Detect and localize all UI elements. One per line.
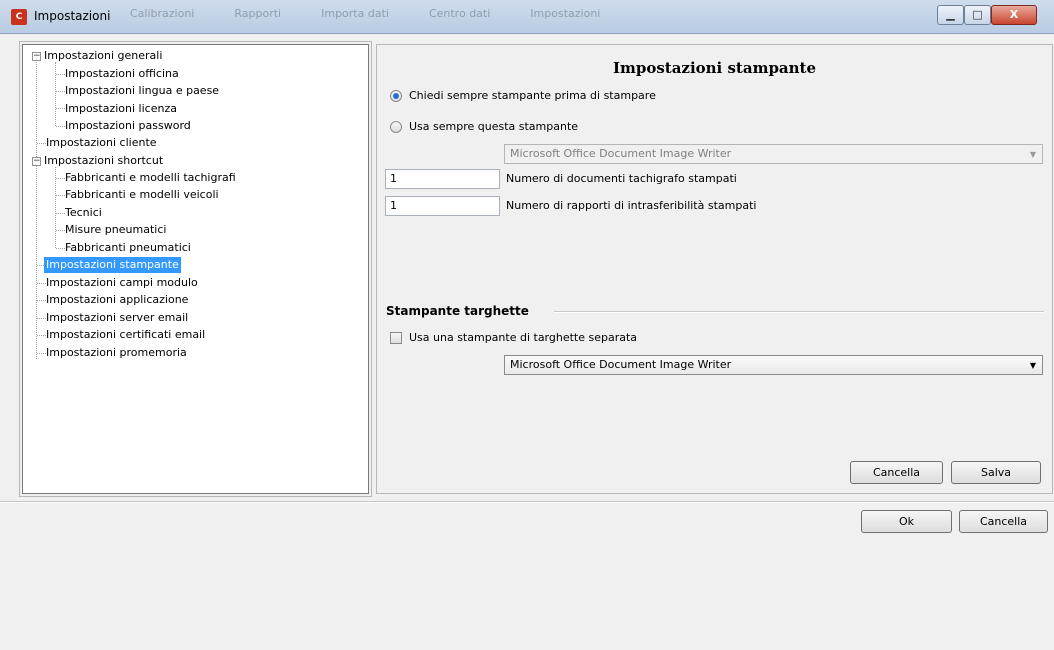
minimize-button[interactable]: ▁ bbox=[937, 5, 964, 25]
chevron-down-icon: ▼ bbox=[1029, 361, 1036, 370]
background-tab: Importa dati bbox=[321, 7, 389, 20]
tree-item-misure-pneumatici[interactable]: Misure pneumatici bbox=[65, 222, 166, 238]
tree-connector bbox=[56, 74, 65, 75]
tree-item-impostazioni-shortcut[interactable]: Impostazioni shortcut bbox=[44, 153, 163, 169]
app-logo-icon: C bbox=[11, 9, 27, 25]
tachograph-copies-label: Numero di documenti tachigrafo stampati bbox=[506, 172, 737, 185]
tree-connector bbox=[37, 143, 46, 144]
tree-connector bbox=[56, 126, 65, 127]
label-printer-select-value: Microsoft Office Document Image Writer bbox=[510, 358, 732, 371]
background-tab: Rapporti bbox=[234, 7, 282, 20]
chevron-down-icon: ▼ bbox=[1029, 150, 1036, 159]
separate-label-printer-checkbox[interactable] bbox=[390, 332, 402, 344]
window-title: Impostazioni bbox=[34, 9, 111, 23]
radio-ask-printer[interactable] bbox=[390, 90, 402, 102]
radio-always-printer[interactable] bbox=[390, 121, 402, 133]
tree-connector bbox=[56, 248, 65, 249]
close-icon: X bbox=[1009, 8, 1019, 21]
close-button[interactable]: X bbox=[991, 5, 1037, 25]
tree-connector bbox=[36, 62, 37, 359]
tree-item-impostazioni-promemoria[interactable]: Impostazioni promemoria bbox=[46, 345, 187, 361]
dialog-cancel-button[interactable]: Cancella bbox=[959, 510, 1048, 533]
tree-connector bbox=[37, 353, 46, 354]
printer-select-value: Microsoft Office Document Image Writer bbox=[510, 147, 732, 160]
tree-connector bbox=[56, 108, 65, 109]
tree-item-impostazioni-licenza[interactable]: Impostazioni licenza bbox=[65, 101, 177, 117]
tree-item-impostazioni-lingua-paese[interactable]: Impostazioni lingua e paese bbox=[65, 83, 219, 99]
section-divider bbox=[554, 311, 1044, 313]
separate-label-printer-label[interactable]: Usa una stampante di targhette separata bbox=[409, 331, 637, 344]
radio-ask-printer-label[interactable]: Chiedi sempre stampante prima di stampar… bbox=[409, 89, 656, 102]
tree-connector bbox=[56, 213, 65, 214]
maximize-button[interactable]: □ bbox=[964, 5, 991, 25]
tachograph-copies-input[interactable]: 1 bbox=[385, 169, 500, 189]
label-printer-section-title: Stampante targhette bbox=[386, 304, 529, 318]
tree-item-impostazioni-applicazione[interactable]: Impostazioni applicazione bbox=[46, 292, 188, 308]
tree-connector bbox=[37, 300, 46, 301]
tree-item-fabbricanti-pneumatici[interactable]: Fabbricanti pneumatici bbox=[65, 240, 191, 256]
nontransferability-copies-input[interactable]: 1 bbox=[385, 196, 500, 216]
tree-item-impostazioni-campi-modulo[interactable]: Impostazioni campi modulo bbox=[46, 275, 198, 291]
tree-connector bbox=[37, 318, 46, 319]
collapse-toggle-icon[interactable]: − bbox=[32, 157, 41, 166]
background-tabs: Calibrazioni Rapporti Importa dati Centr… bbox=[130, 7, 910, 25]
tree-connector bbox=[55, 167, 56, 248]
collapse-toggle-icon[interactable]: − bbox=[32, 52, 41, 61]
tree-connector bbox=[56, 230, 65, 231]
tree-item-tecnici[interactable]: Tecnici bbox=[65, 205, 102, 221]
page-title: Impostazioni stampante bbox=[612, 59, 817, 77]
settings-tree[interactable]: − Impostazioni generali Impostazioni off… bbox=[22, 44, 369, 494]
printer-settings-panel: Impostazioni stampante Chiedi sempre sta… bbox=[376, 44, 1053, 494]
tree-item-impostazioni-certificati-email[interactable]: Impostazioni certificati email bbox=[46, 327, 205, 343]
tree-item-impostazioni-server-email[interactable]: Impostazioni server email bbox=[46, 310, 188, 326]
tree-connector bbox=[37, 283, 46, 284]
maximize-icon: □ bbox=[972, 8, 983, 21]
panel-save-button[interactable]: Salva bbox=[951, 461, 1041, 484]
dialog-divider bbox=[0, 501, 1054, 503]
tree-connector bbox=[56, 195, 65, 196]
radio-always-printer-label[interactable]: Usa sempre questa stampante bbox=[409, 120, 578, 133]
tree-connector bbox=[37, 335, 46, 336]
background-tab: Calibrazioni bbox=[130, 7, 195, 20]
tree-connector bbox=[55, 62, 56, 126]
tree-connector bbox=[56, 178, 65, 179]
label-printer-select[interactable]: Microsoft Office Document Image Writer ▼ bbox=[504, 355, 1043, 375]
background-tab: Centro dati bbox=[428, 7, 491, 20]
tree-item-fabbricanti-tachigrafi[interactable]: Fabbricanti e modelli tachigrafi bbox=[65, 170, 236, 186]
tree-item-impostazioni-officina[interactable]: Impostazioni officina bbox=[65, 66, 179, 82]
panel-cancel-button[interactable]: Cancella bbox=[850, 461, 943, 484]
minimize-icon: ▁ bbox=[946, 8, 955, 21]
background-tab: Impostazioni bbox=[530, 7, 601, 20]
tree-item-impostazioni-password[interactable]: Impostazioni password bbox=[65, 118, 191, 134]
tree-item-impostazioni-stampante[interactable]: Impostazioni stampante bbox=[44, 257, 181, 273]
tree-item-fabbricanti-veicoli[interactable]: Fabbricanti e modelli veicoli bbox=[65, 187, 219, 203]
title-bar: C Impostazioni Calibrazioni Rapporti Imp… bbox=[0, 0, 1054, 34]
printer-select: Microsoft Office Document Image Writer ▼ bbox=[504, 144, 1043, 164]
nontransferability-copies-label: Numero di rapporti di intrasferibilità s… bbox=[506, 199, 757, 212]
tree-item-impostazioni-generali[interactable]: Impostazioni generali bbox=[44, 48, 162, 64]
ok-button[interactable]: Ok bbox=[861, 510, 952, 533]
tree-item-impostazioni-cliente[interactable]: Impostazioni cliente bbox=[46, 135, 157, 151]
tree-connector bbox=[56, 91, 65, 92]
